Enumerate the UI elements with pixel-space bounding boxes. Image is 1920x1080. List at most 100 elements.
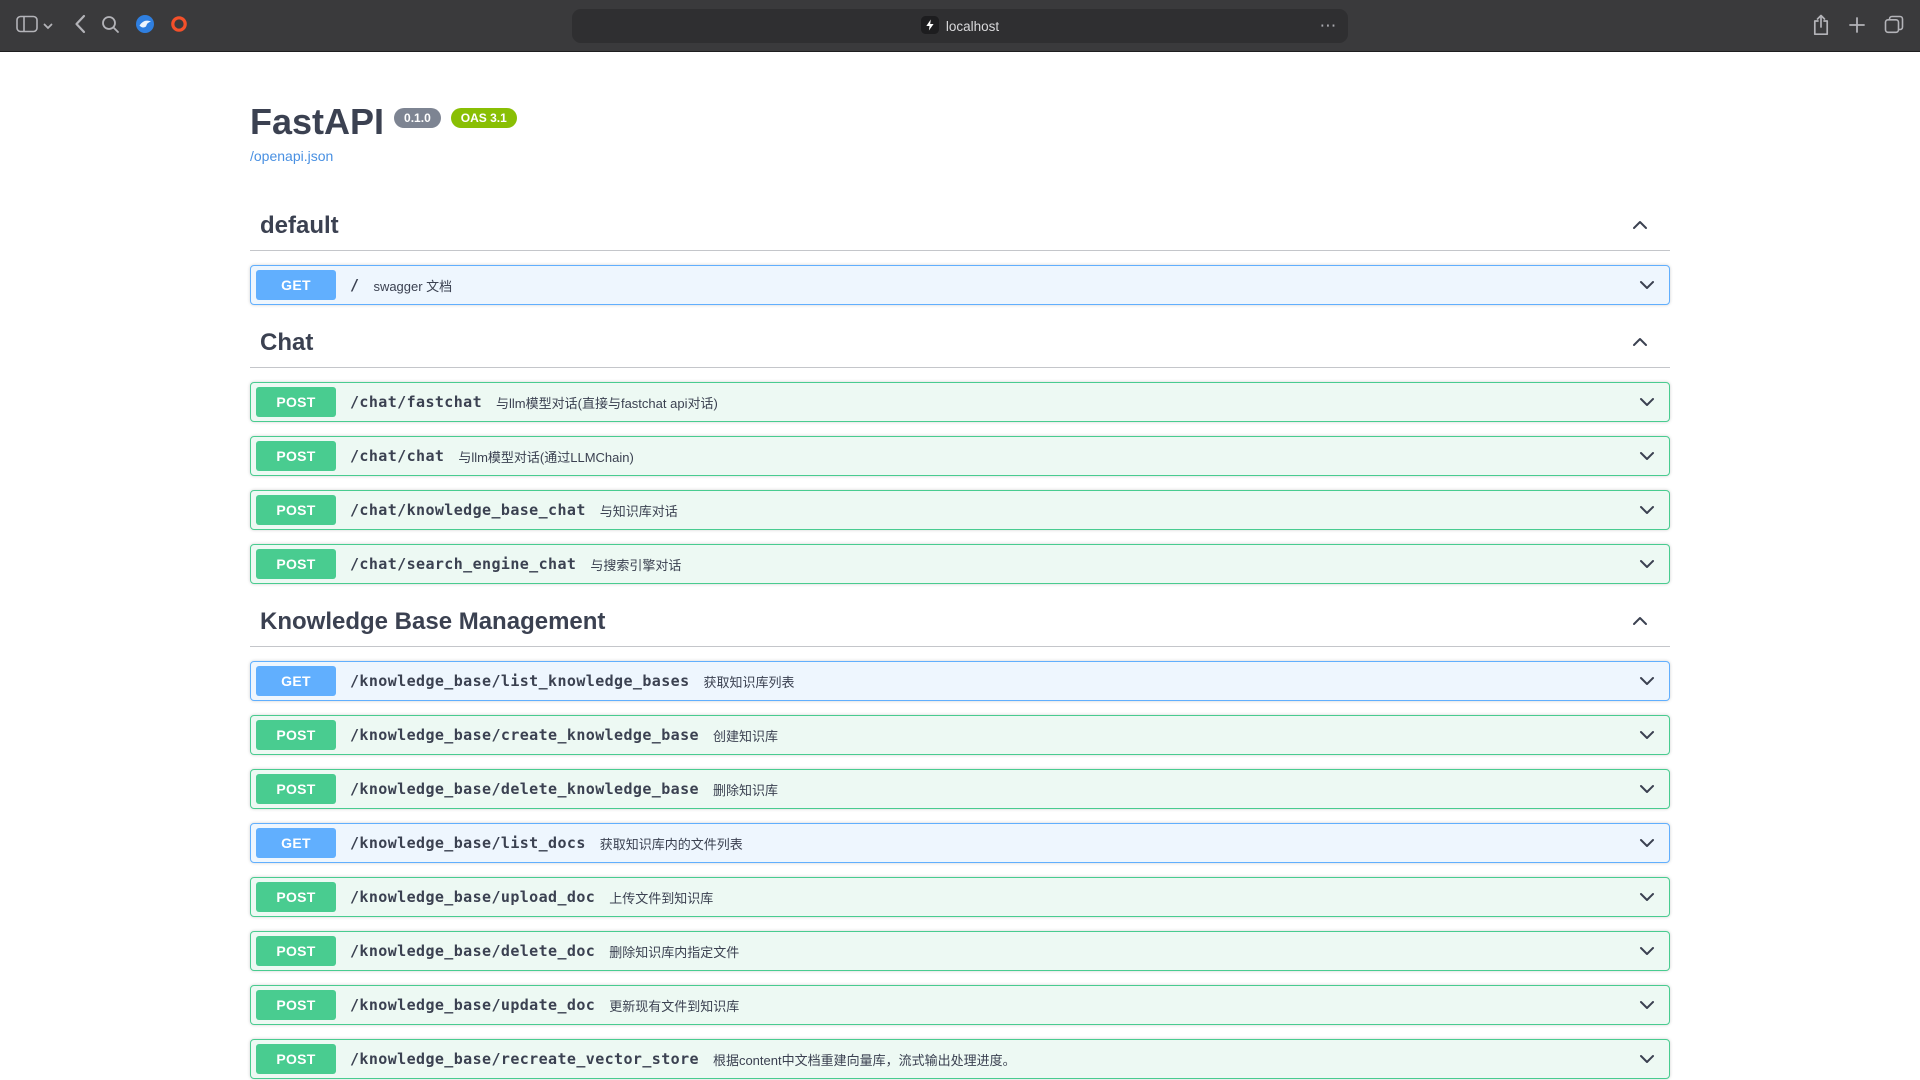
extension-button-orange[interactable] bbox=[170, 15, 188, 36]
api-info: FastAPI 0.1.0 OAS 3.1 /openapi.json bbox=[250, 102, 1670, 166]
endpoint-description: 获取知识库内的文件列表 bbox=[600, 834, 743, 853]
site-favicon bbox=[921, 16, 939, 37]
endpoint-row[interactable]: POST /chat/chat 与llm模型对话(通过LLMChain) bbox=[250, 436, 1670, 476]
chevron-down-icon[interactable] bbox=[1637, 500, 1657, 520]
section-header[interactable]: Knowledge Base Management bbox=[250, 598, 1670, 647]
section-operations: GET / swagger 文档 bbox=[250, 265, 1670, 305]
version-badge: 0.1.0 bbox=[394, 108, 441, 128]
chevron-down-icon[interactable] bbox=[1637, 392, 1657, 412]
toolbar-right-group bbox=[1812, 0, 1904, 52]
tabs-overview-icon bbox=[1884, 15, 1904, 37]
endpoint-description: 根据content中文档重建向量库，流式输出处理进度。 bbox=[713, 1050, 1016, 1069]
endpoint-description: 与llm模型对话(通过LLMChain) bbox=[458, 447, 634, 466]
chevron-left-icon bbox=[74, 14, 86, 37]
plus-icon bbox=[1848, 16, 1866, 37]
chevron-down-icon[interactable] bbox=[1637, 779, 1657, 799]
api-section: Knowledge Base Management GET /knowledge… bbox=[250, 598, 1670, 1079]
share-button[interactable] bbox=[1812, 14, 1830, 39]
api-title: FastAPI 0.1.0 OAS 3.1 bbox=[250, 102, 1670, 142]
api-section: default GET / swagger 文档 bbox=[250, 202, 1670, 305]
endpoint-row[interactable]: POST /chat/knowledge_base_chat 与知识库对话 bbox=[250, 490, 1670, 530]
chevron-down-icon[interactable] bbox=[1637, 1049, 1657, 1069]
endpoint-row[interactable]: GET /knowledge_base/list_knowledge_bases… bbox=[250, 661, 1670, 701]
oas-badge: OAS 3.1 bbox=[451, 108, 517, 128]
back-button[interactable] bbox=[74, 14, 86, 37]
method-badge: POST bbox=[256, 1044, 336, 1074]
chevron-down-icon[interactable] bbox=[1637, 995, 1657, 1015]
section-collapse-button[interactable] bbox=[1630, 215, 1650, 238]
endpoint-row[interactable]: POST /chat/search_engine_chat 与搜索引擎对话 bbox=[250, 544, 1670, 584]
endpoint-description: 获取知识库列表 bbox=[704, 672, 795, 691]
address-bar[interactable]: localhost ⋯ bbox=[572, 9, 1348, 43]
endpoint-row[interactable]: POST /knowledge_base/create_knowledge_ba… bbox=[250, 715, 1670, 755]
method-badge: POST bbox=[256, 936, 336, 966]
chevron-down-icon[interactable] bbox=[1637, 941, 1657, 961]
search-button[interactable] bbox=[101, 15, 120, 37]
api-section: Chat POST /chat/fastchat 与llm模型对话(直接与fas… bbox=[250, 319, 1670, 584]
endpoint-row[interactable]: POST /chat/fastchat 与llm模型对话(直接与fastchat… bbox=[250, 382, 1670, 422]
extension-button-blue[interactable] bbox=[135, 14, 155, 37]
openapi-spec-link[interactable]: /openapi.json bbox=[250, 148, 333, 164]
endpoint-description: 与搜索引擎对话 bbox=[590, 555, 681, 574]
method-badge: POST bbox=[256, 549, 336, 579]
endpoint-description: 删除知识库内指定文件 bbox=[609, 942, 739, 961]
endpoint-description: 更新现有文件到知识库 bbox=[609, 996, 739, 1015]
chevron-down-icon[interactable] bbox=[1637, 446, 1657, 466]
section-collapse-button[interactable] bbox=[1630, 611, 1650, 634]
endpoint-path: /knowledge_base/list_docs bbox=[350, 834, 586, 852]
endpoint-row[interactable]: POST /knowledge_base/upload_doc 上传文件到知识库 bbox=[250, 877, 1670, 917]
endpoint-path: /chat/fastchat bbox=[350, 393, 482, 411]
endpoint-description: 删除知识库 bbox=[713, 780, 778, 799]
endpoint-path: /knowledge_base/upload_doc bbox=[350, 888, 595, 906]
chevron-down-icon[interactable] bbox=[1637, 554, 1657, 574]
section-operations: GET /knowledge_base/list_knowledge_bases… bbox=[250, 661, 1670, 1079]
endpoint-path: /knowledge_base/create_knowledge_base bbox=[350, 726, 699, 744]
method-badge: POST bbox=[256, 495, 336, 525]
sidebar-icon bbox=[16, 15, 38, 36]
swagger-page: FastAPI 0.1.0 OAS 3.1 /openapi.json defa… bbox=[0, 52, 1920, 1080]
search-icon bbox=[101, 15, 120, 37]
chevron-down-icon[interactable] bbox=[1637, 833, 1657, 853]
section-collapse-button[interactable] bbox=[1630, 332, 1650, 355]
endpoint-row[interactable]: POST /knowledge_base/delete_doc 删除知识库内指定… bbox=[250, 931, 1670, 971]
endpoint-row[interactable]: POST /knowledge_base/recreate_vector_sto… bbox=[250, 1039, 1670, 1079]
endpoint-row[interactable]: POST /knowledge_base/update_doc 更新现有文件到知… bbox=[250, 985, 1670, 1025]
section-title: default bbox=[260, 212, 339, 240]
sidebar-menu-button[interactable] bbox=[43, 18, 53, 33]
new-tab-button[interactable] bbox=[1848, 16, 1866, 37]
address-text: localhost bbox=[946, 19, 999, 34]
tab-overview-button[interactable] bbox=[1884, 15, 1904, 37]
method-badge: POST bbox=[256, 990, 336, 1020]
method-badge: GET bbox=[256, 270, 336, 300]
section-header[interactable]: default bbox=[250, 202, 1670, 251]
method-badge: GET bbox=[256, 666, 336, 696]
section-header[interactable]: Chat bbox=[250, 319, 1670, 368]
section-title: Knowledge Base Management bbox=[260, 608, 605, 636]
page-settings-button[interactable]: ⋯ bbox=[1316, 14, 1340, 38]
endpoint-row[interactable]: GET / swagger 文档 bbox=[250, 265, 1670, 305]
endpoint-row[interactable]: POST /knowledge_base/delete_knowledge_ba… bbox=[250, 769, 1670, 809]
chevron-down-icon[interactable] bbox=[1637, 887, 1657, 907]
chevron-up-icon bbox=[1630, 215, 1650, 238]
chevron-down-icon[interactable] bbox=[1637, 275, 1657, 295]
section-operations: POST /chat/fastchat 与llm模型对话(直接与fastchat… bbox=[250, 382, 1670, 584]
method-badge: POST bbox=[256, 387, 336, 417]
endpoint-row[interactable]: GET /knowledge_base/list_docs 获取知识库内的文件列… bbox=[250, 823, 1670, 863]
section-title: Chat bbox=[260, 329, 313, 357]
chevron-down-icon bbox=[43, 18, 53, 33]
chevron-down-icon[interactable] bbox=[1637, 725, 1657, 745]
orange-ring-extension-icon bbox=[170, 15, 188, 36]
endpoint-description: swagger 文档 bbox=[373, 276, 452, 295]
endpoint-path: /knowledge_base/delete_knowledge_base bbox=[350, 780, 699, 798]
endpoint-path: /knowledge_base/delete_doc bbox=[350, 942, 595, 960]
endpoint-description: 与llm模型对话(直接与fastchat api对话) bbox=[496, 393, 718, 412]
endpoint-path: /knowledge_base/list_knowledge_bases bbox=[350, 672, 690, 690]
endpoint-path: /knowledge_base/recreate_vector_store bbox=[350, 1050, 699, 1068]
method-badge: POST bbox=[256, 882, 336, 912]
endpoint-description: 与知识库对话 bbox=[600, 501, 678, 520]
chevron-down-icon[interactable] bbox=[1637, 671, 1657, 691]
sidebar-toggle-button[interactable] bbox=[16, 15, 38, 36]
blue-bird-extension-icon bbox=[135, 14, 155, 37]
chevron-up-icon bbox=[1630, 332, 1650, 355]
endpoint-description: 创建知识库 bbox=[713, 726, 778, 745]
